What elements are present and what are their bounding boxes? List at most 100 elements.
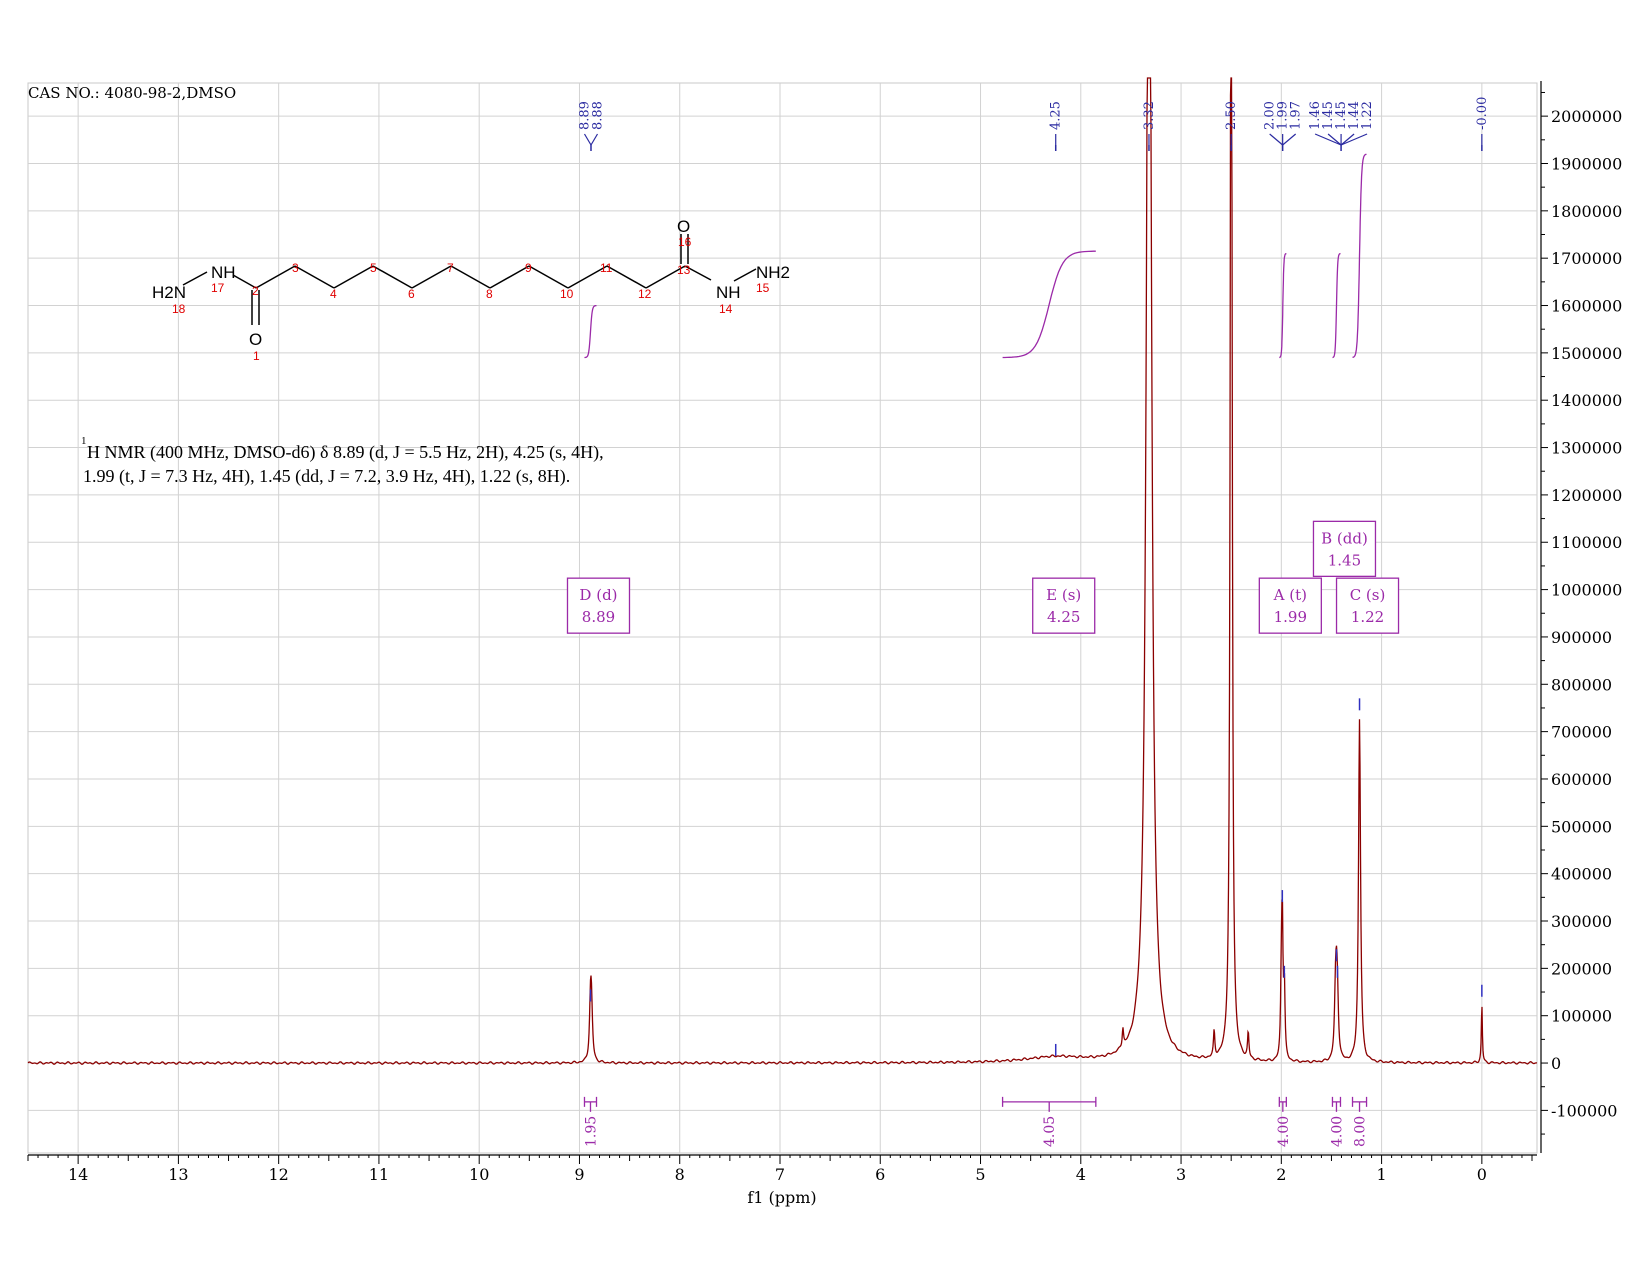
integral-value: 4.00 [1329, 1116, 1345, 1147]
peak-label: 3.32 [1142, 101, 1157, 130]
y-tick-label: 700000 [1551, 723, 1612, 742]
multiplet-label: C (s) [1350, 586, 1386, 604]
chemical-structure: H2N 18 NH 17 2 O 1 3 4 5 6 7 8 9 10 11 1… [152, 217, 790, 363]
oxygen-label-1: O [249, 330, 262, 349]
spectrum-line [27, 77, 1538, 1065]
y-tick-label: 2000000 [1551, 107, 1622, 126]
integral-value: 4.05 [1042, 1116, 1058, 1147]
x-tick-label: 1 [1376, 1165, 1386, 1184]
peak-label-connector [1282, 133, 1297, 146]
atom-number-10: 10 [560, 287, 574, 301]
description-superscript: 1 [81, 435, 87, 447]
y-tick-label: 1200000 [1551, 486, 1622, 505]
x-tick-label: 8 [675, 1165, 685, 1184]
integral-value: 4.00 [1276, 1116, 1292, 1147]
y-tick-label: 400000 [1551, 865, 1612, 884]
nh-label-17: NH [211, 263, 236, 282]
x-tick-label: 5 [975, 1165, 985, 1184]
atom-number-4: 4 [330, 287, 337, 301]
peak-label: 2.50 [1224, 101, 1239, 130]
peak-label-connector [590, 133, 599, 146]
multiplet-shift: 1.22 [1351, 608, 1384, 626]
integral-bars: 1.95 4.05 4.00 4.00 8.00 [583, 1096, 1369, 1147]
peak-label: 8.88 [590, 101, 605, 130]
peak-label-connector [1340, 133, 1355, 146]
atom-number-16: 16 [678, 235, 692, 249]
peak-label-connector [1340, 133, 1368, 146]
peak-label-connector [1314, 133, 1342, 146]
y-tick-label: 100000 [1551, 1007, 1612, 1026]
x-tick-label: 14 [68, 1165, 88, 1184]
y-tick-label: 0 [1551, 1054, 1561, 1073]
y-tick-label: 1900000 [1551, 154, 1622, 173]
peak-top-markers [589, 698, 1483, 1056]
integral-curves [584, 153, 1367, 359]
y-tick-label: 1300000 [1551, 439, 1622, 458]
amine-nh2-label: NH2 [756, 263, 790, 282]
multiplet-boxes: D (d) 8.89 E (s) 4.25 A (t) 1.99 B (dd) 1.45 C (… [566, 520, 1400, 634]
integral-curve [584, 304, 597, 359]
x-tick-label: 6 [875, 1165, 885, 1184]
x-tick-label: 0 [1477, 1165, 1487, 1184]
x-tick-label: 10 [469, 1165, 489, 1184]
y-tick-label: -100000 [1551, 1101, 1617, 1120]
structure-bonds [182, 234, 757, 325]
atom-number-14: 14 [719, 302, 733, 316]
atom-number-5: 5 [370, 261, 377, 275]
x-axis-label: f1 (ppm) [747, 1188, 816, 1207]
y-tick-label: 1600000 [1551, 297, 1622, 316]
peak-label: 1.97 [1289, 101, 1304, 130]
atom-number-1: 1 [253, 349, 260, 363]
multiplet-shift: 1.45 [1328, 551, 1361, 569]
integral-value: 8.00 [1353, 1116, 1369, 1147]
multiplet-shift: 1.99 [1274, 608, 1307, 626]
y-tick-label: 300000 [1551, 912, 1612, 931]
description-line-1: H NMR (400 MHz, DMSO-d6) δ 8.89 (d, J = … [87, 442, 604, 463]
y-tick-label: 1000000 [1551, 581, 1622, 600]
peak-label: -0.00 [1475, 97, 1490, 130]
oxygen-label-16: O [677, 217, 690, 236]
multiplet-shift: 8.89 [582, 608, 615, 626]
x-tick-label: 11 [369, 1165, 389, 1184]
y-tick-label: 1100000 [1551, 533, 1622, 552]
atom-number-6: 6 [408, 287, 415, 301]
y-axis: 2000000190000018000001700000160000015000… [1540, 81, 1622, 1153]
y-tick-label: 200000 [1551, 959, 1612, 978]
peak-label-connector [583, 133, 592, 146]
y-tick-label: 1500000 [1551, 344, 1622, 363]
peak-labels: 8.898.88 4.25 3.32 2.50 2.001.991.97 1.461.45… [577, 97, 1490, 151]
atom-number-8: 8 [486, 287, 493, 301]
amine-h2n-label: H2N [152, 283, 186, 302]
y-tick-label: 600000 [1551, 770, 1612, 789]
x-tick-label: 3 [1176, 1165, 1186, 1184]
atom-number-3: 3 [292, 261, 299, 275]
x-tick-label: 4 [1076, 1165, 1086, 1184]
x-tick-label: 13 [168, 1165, 188, 1184]
multiplet-label: B (dd) [1321, 529, 1368, 547]
y-tick-label: 800000 [1551, 675, 1612, 694]
x-tick-label: 2 [1276, 1165, 1286, 1184]
atom-number-11: 11 [600, 261, 613, 275]
peak-label: 4.25 [1049, 101, 1064, 130]
nmr-description: 1 H NMR (400 MHz, DMSO-d6) δ 8.89 (d, J … [81, 435, 604, 487]
atom-number-13: 13 [677, 263, 691, 277]
x-tick-label: 9 [574, 1165, 584, 1184]
y-tick-label: 900000 [1551, 628, 1612, 647]
y-tick-label: 1400000 [1551, 391, 1622, 410]
integral-curve [1002, 250, 1096, 359]
description-line-2: 1.99 (t, J = 7.3 Hz, 4H), 1.45 (dd, J = … [83, 466, 570, 487]
nh-label-14: NH [716, 283, 741, 302]
multiplet-label: A (t) [1273, 586, 1307, 604]
integral-value: 1.95 [583, 1116, 599, 1147]
peak-label-connector [1269, 133, 1284, 146]
x-tick-label: 7 [775, 1165, 785, 1184]
atom-number-7: 7 [447, 261, 454, 275]
multiplet-label: D (d) [579, 586, 617, 604]
nmr-chart: D (d) 8.89 E (s) 4.25 A (t) 1.99 B (dd) 1.45 C (… [27, 77, 1622, 1207]
atom-number-12: 12 [638, 287, 652, 301]
y-tick-label: 1700000 [1551, 249, 1622, 268]
x-tick-label: 12 [268, 1165, 288, 1184]
integral-curve [1352, 153, 1367, 359]
atom-number-9: 9 [525, 261, 532, 275]
y-tick-label: 500000 [1551, 817, 1612, 836]
